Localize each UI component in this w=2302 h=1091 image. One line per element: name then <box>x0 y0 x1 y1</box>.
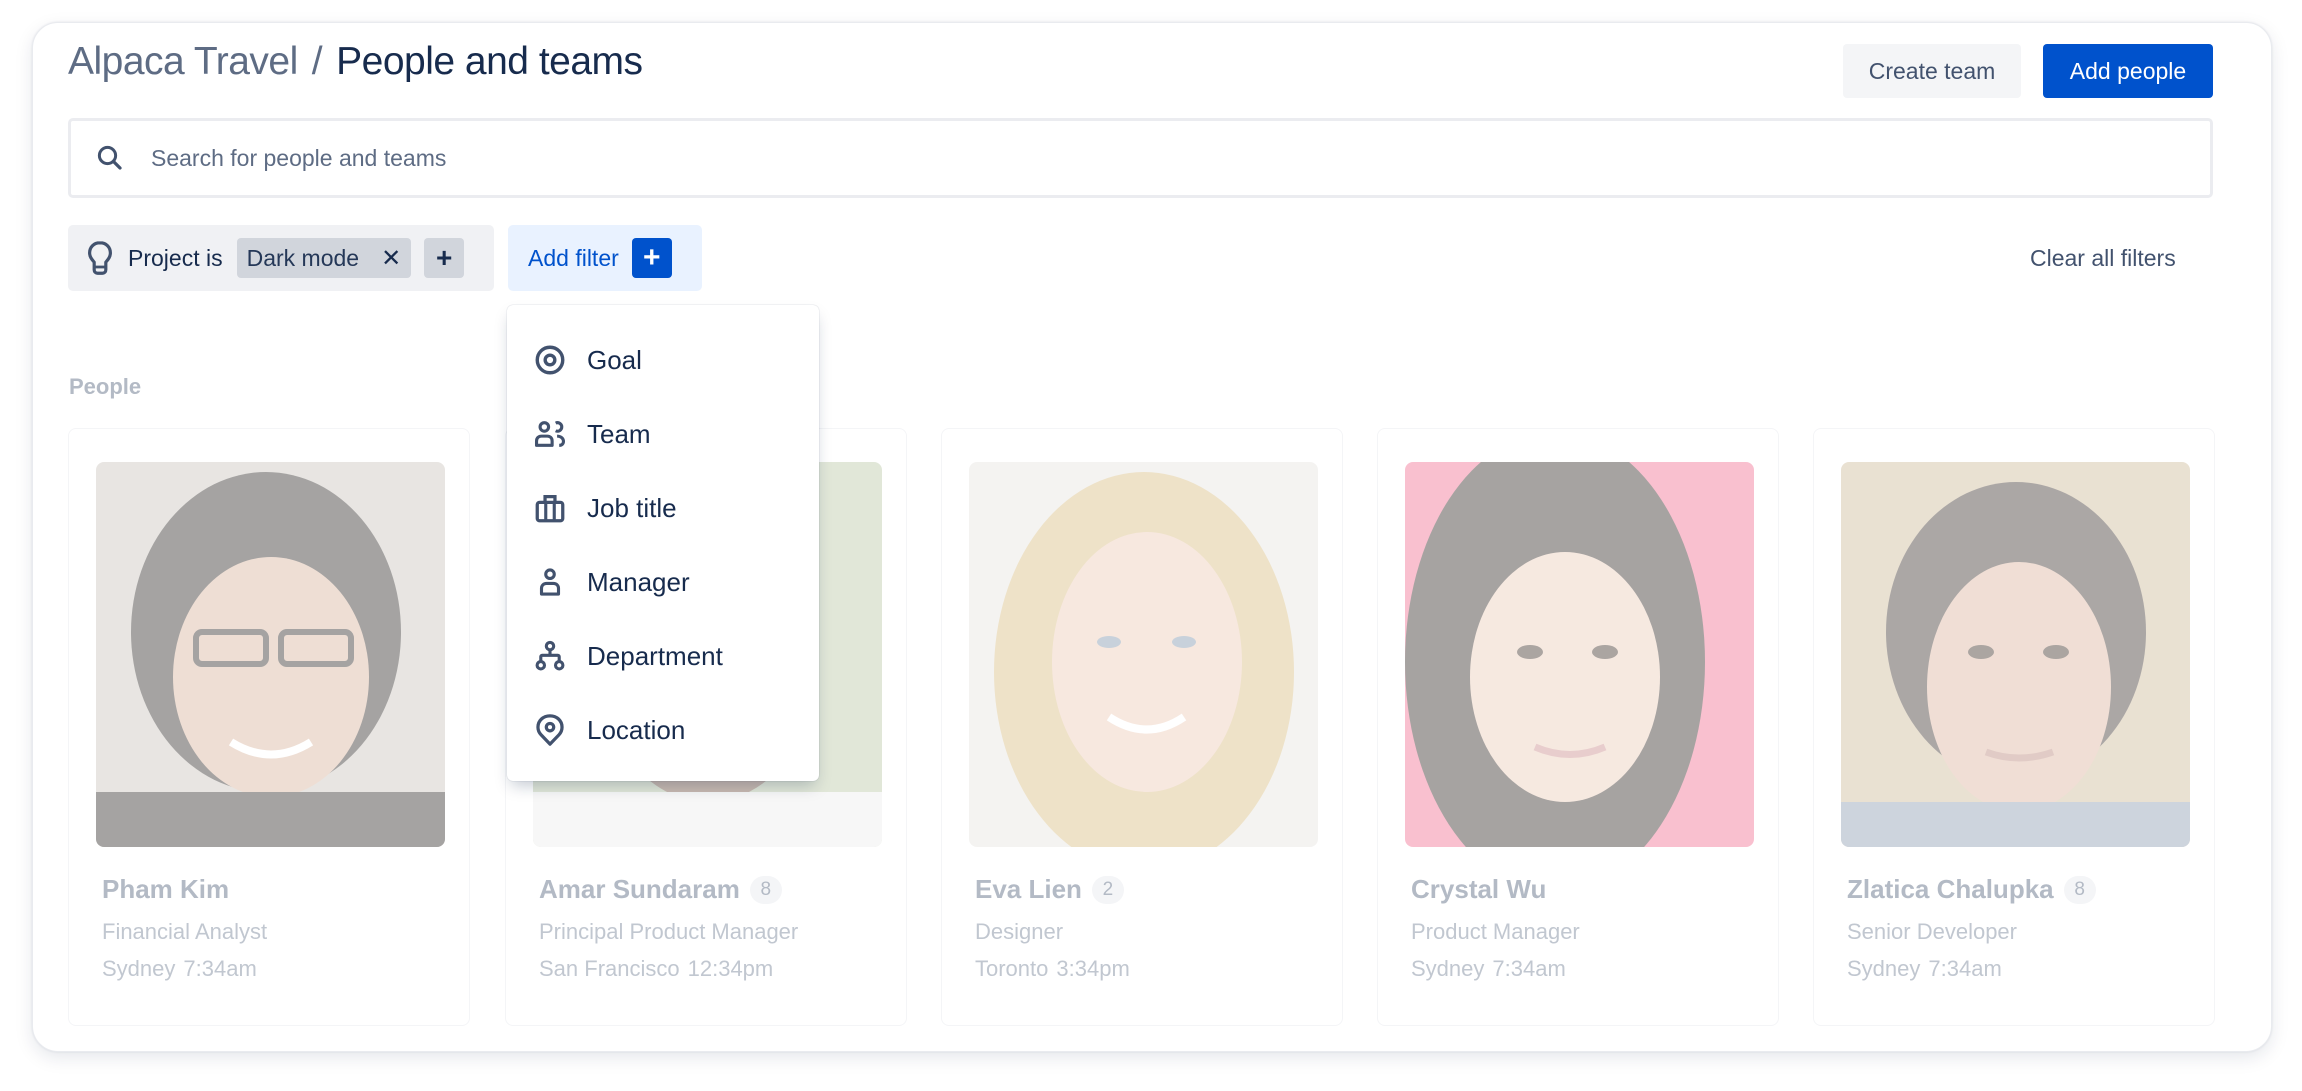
create-team-button[interactable]: Create team <box>1843 44 2021 98</box>
add-filter-button[interactable]: Add filter + <box>508 225 702 291</box>
filter-menu-item-goal[interactable]: Goal <box>507 323 819 397</box>
search-bar[interactable] <box>68 118 2213 198</box>
filter-menu-item-job-title[interactable]: Job title <box>507 471 819 545</box>
person-card[interactable]: Eva Lien 2 Designer Toronto 3:34pm <box>941 428 1343 1026</box>
person-photo <box>969 462 1318 847</box>
person-card[interactable]: Pham Kim Financial Analyst Sydney 7:34am <box>68 428 470 1026</box>
filter-value-text: Dark mode <box>246 244 360 271</box>
person-photo <box>96 462 445 847</box>
filter-field-label: Project is <box>128 244 223 271</box>
active-filter: Project is Dark mode ✕ + <box>68 225 494 291</box>
lightbulb-icon <box>88 241 112 275</box>
person-name[interactable]: Amar Sundaram <box>539 874 740 905</box>
goal-icon <box>535 345 565 375</box>
search-icon <box>97 145 122 170</box>
filter-menu-item-manager[interactable]: Manager <box>507 545 819 619</box>
person-local-time: 7:34am <box>1928 956 2002 981</box>
count-badge: 8 <box>2063 875 2096 904</box>
filter-menu-item-label: Department <box>587 640 723 671</box>
filter-value-chip[interactable]: Dark mode ✕ <box>236 238 412 278</box>
person-local-time: 7:34am <box>1492 956 1566 981</box>
person-local-time: 3:34pm <box>1056 956 1130 981</box>
person-role: Designer <box>975 919 1064 944</box>
filter-menu-item-label: Job title <box>587 492 677 523</box>
close-icon[interactable]: ✕ <box>381 244 401 273</box>
person-location: San Francisco 12:34pm <box>539 956 773 982</box>
person-city: Sydney <box>102 956 176 981</box>
filter-menu-item-label: Goal <box>587 344 642 375</box>
add-people-button[interactable]: Add people <box>2043 44 2213 98</box>
plus-icon: + <box>436 242 453 273</box>
person-icon <box>539 568 561 596</box>
search-input[interactable] <box>151 144 2051 172</box>
person-name[interactable]: Zlatica Chalupka <box>1847 874 2054 905</box>
person-location: Sydney 7:34am <box>1847 956 2002 982</box>
person-photo <box>1841 462 2190 847</box>
location-pin-icon <box>536 714 564 746</box>
count-badge: 8 <box>749 875 782 904</box>
filter-menu-item-team[interactable]: Team <box>507 397 819 471</box>
person-photo <box>1405 462 1754 847</box>
hierarchy-icon <box>535 640 565 671</box>
person-role: Senior Developer <box>1847 919 2017 944</box>
plus-icon: + <box>631 238 672 278</box>
person-role: Product Manager <box>1411 919 1580 944</box>
filter-menu-item-department[interactable]: Department <box>507 619 819 693</box>
person-name[interactable]: Eva Lien <box>975 874 1082 905</box>
person-location: Sydney 7:34am <box>1411 956 1566 982</box>
person-location: Sydney 7:34am <box>102 956 257 982</box>
person-role: Financial Analyst <box>102 919 268 944</box>
add-filter-value-button[interactable]: + <box>424 238 465 278</box>
person-role: Principal Product Manager <box>539 919 799 944</box>
person-name[interactable]: Crystal Wu <box>1411 874 1546 905</box>
team-icon <box>534 421 566 447</box>
filter-menu-item-location[interactable]: Location <box>507 693 819 767</box>
filter-menu-item-label: Location <box>587 714 686 745</box>
people-section-label: People <box>69 374 142 399</box>
breadcrumb-parent[interactable]: Alpaca Travel <box>68 40 298 83</box>
person-local-time: 12:34pm <box>687 956 774 981</box>
person-card[interactable]: Crystal Wu Product Manager Sydney 7:34am <box>1377 428 1779 1026</box>
person-city: Sydney <box>1411 956 1485 981</box>
breadcrumb-current: People and teams <box>336 40 643 83</box>
count-badge: 2 <box>1091 875 1124 904</box>
person-name[interactable]: Pham Kim <box>102 874 229 905</box>
person-local-time: 7:34am <box>183 956 257 981</box>
person-city: Sydney <box>1847 956 1921 981</box>
filter-menu-item-label: Manager <box>587 566 690 597</box>
person-location: Toronto 3:34pm <box>975 956 1130 982</box>
page-title: Alpaca Travel / People and teams <box>68 40 643 84</box>
person-city: Toronto <box>975 956 1049 981</box>
clear-all-filters-button[interactable]: Clear all filters <box>2030 245 2176 272</box>
person-city: San Francisco <box>539 956 680 981</box>
breadcrumb-separator: / <box>311 40 323 83</box>
briefcase-icon <box>535 495 565 523</box>
person-card[interactable]: Zlatica Chalupka 8 Senior Developer Sydn… <box>1813 428 2215 1026</box>
filter-menu-item-label: Team <box>587 418 651 449</box>
add-filter-menu: Goal Team Job title Manager Department L… <box>507 305 819 781</box>
add-filter-label: Add filter <box>528 244 619 271</box>
